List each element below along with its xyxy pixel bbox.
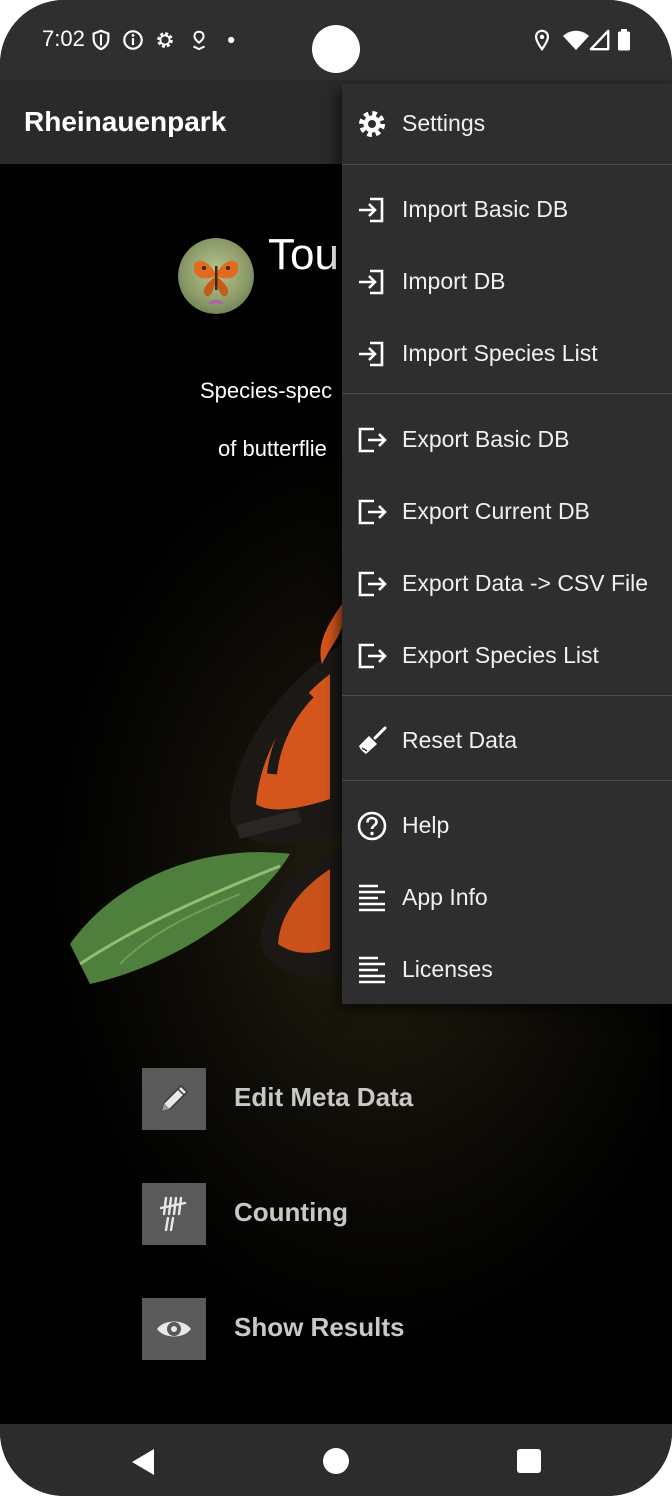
menu-item-import-basic-db[interactable]: Import Basic DB — [342, 172, 672, 244]
app-logo — [178, 238, 254, 314]
battery-icon — [618, 29, 630, 51]
menu-label-import-species-list: Import Species List — [402, 340, 598, 366]
menu-item-help[interactable]: Help — [342, 788, 672, 860]
shield-icon — [92, 29, 110, 51]
export-icon — [358, 499, 387, 525]
app-bar-title: Rheinauenpark — [24, 106, 227, 137]
menu-item-reset-data[interactable]: Reset Data — [342, 703, 672, 775]
status-bar: 7:02 — [0, 0, 672, 80]
menu-label-export-current-db: Export Current DB — [402, 498, 590, 524]
menu-item-export-basic-db[interactable]: Export Basic DB — [342, 402, 672, 474]
menu-item-export-current-db[interactable]: Export Current DB — [342, 474, 672, 546]
navigation-bar — [0, 1424, 672, 1496]
show-results-button[interactable] — [142, 1298, 206, 1360]
import-icon — [359, 269, 384, 295]
headline-text: Tou — [268, 230, 339, 279]
dot-icon — [228, 36, 235, 44]
menu-label-export-csv: Export Data -> CSV File — [402, 570, 649, 596]
export-icon — [358, 571, 387, 597]
info-icon — [123, 30, 143, 50]
menu-divider — [342, 164, 672, 165]
edit-meta-data-button[interactable] — [142, 1068, 206, 1130]
text-lines-icon — [359, 956, 385, 984]
edit-meta-data-action[interactable]: Edit Meta Data — [142, 1068, 562, 1130]
wifi-icon — [563, 30, 589, 50]
settings-gear-icon — [157, 32, 173, 48]
menu-item-import-species-list[interactable]: Import Species List — [342, 316, 672, 388]
menu-label-import-db: Import DB — [402, 268, 506, 294]
edit-meta-data-label: Edit Meta Data — [234, 1082, 414, 1112]
menu-item-app-info[interactable]: App Info — [342, 860, 672, 932]
menu-item-settings[interactable]: Settings — [342, 86, 672, 158]
counting-button[interactable] — [142, 1183, 206, 1245]
gear-icon — [359, 111, 385, 137]
menu-label-licenses: Licenses — [402, 956, 493, 982]
menu-label-export-basic-db: Export Basic DB — [402, 426, 570, 452]
home-icon[interactable] — [323, 1448, 349, 1474]
menu-item-licenses[interactable]: Licenses — [342, 932, 672, 1004]
export-icon — [358, 427, 387, 453]
subtitle-line-1: Species-spec — [200, 378, 333, 403]
pencil-icon — [160, 1084, 189, 1113]
import-icon — [359, 197, 384, 223]
menu-divider — [342, 393, 672, 394]
menu-label-reset-data: Reset Data — [402, 727, 518, 753]
phone-screen: 7:02 Rheinauenpark Tou Species-spec of b… — [0, 0, 672, 1496]
menu-label-import-basic-db: Import Basic DB — [402, 196, 569, 222]
counting-label: Counting — [234, 1197, 349, 1227]
broom-icon — [359, 726, 387, 754]
tally-icon — [159, 1196, 187, 1232]
eye-icon — [157, 1321, 191, 1337]
show-results-label: Show Results — [234, 1312, 405, 1342]
recents-icon[interactable] — [517, 1449, 541, 1473]
status-time: 7:02 — [42, 26, 85, 51]
menu-label-app-info: App Info — [402, 884, 488, 910]
menu-label-export-species-list: Export Species List — [402, 642, 599, 668]
location-pin-small-icon — [193, 30, 205, 51]
subtitle-line-2: of butterflie — [218, 436, 327, 461]
front-camera — [312, 25, 360, 73]
counting-action[interactable]: Counting — [142, 1183, 562, 1245]
butterfly-image — [70, 604, 342, 984]
signal-icon — [589, 29, 610, 51]
help-icon — [357, 811, 387, 841]
menu-item-export-species-list[interactable]: Export Species List — [342, 618, 672, 690]
menu-divider — [342, 780, 672, 781]
menu-item-import-db[interactable]: Import DB — [342, 244, 672, 316]
menu-label-settings: Settings — [402, 110, 486, 136]
menu-label-help: Help — [402, 812, 450, 838]
location-icon — [534, 29, 550, 51]
menu-item-export-csv[interactable]: Export Data -> CSV File — [342, 546, 672, 618]
overflow-menu: Settings Import Basic DB Import DB Impor… — [342, 84, 672, 1004]
import-icon — [359, 341, 384, 367]
text-lines-icon — [359, 884, 385, 912]
show-results-action[interactable]: Show Results — [142, 1298, 562, 1360]
back-icon[interactable] — [130, 1448, 156, 1476]
menu-divider — [342, 695, 672, 696]
export-icon — [358, 643, 387, 669]
